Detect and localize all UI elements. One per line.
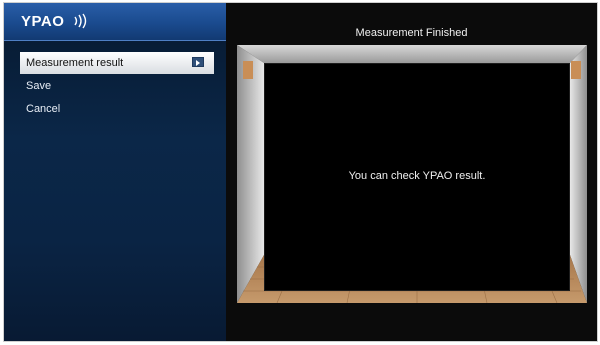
menu-item-label: Cancel	[26, 103, 61, 115]
menu-item-label: Measurement result	[26, 57, 124, 69]
left-menu-panel: YPAO Measurement result Save Cancel	[4, 3, 226, 341]
menu-item-label: Save	[26, 80, 52, 92]
ypao-logo: YPAO	[21, 13, 65, 30]
submenu-arrow-icon	[192, 57, 204, 67]
result-message: You can check YPAO result.	[348, 170, 486, 182]
result-display: You can check YPAO result.	[264, 63, 570, 291]
room-illustration: You can check YPAO result.	[237, 45, 587, 303]
menu-item-cancel[interactable]: Cancel	[20, 98, 214, 120]
menu-item-measurement-result[interactable]: Measurement result	[20, 52, 214, 74]
result-panel: Measurement Finished You can check YPAO …	[226, 3, 597, 341]
ypao-menu: Measurement result Save Cancel	[20, 52, 214, 121]
screen: YPAO Measurement result Save Cancel Meas…	[3, 2, 598, 342]
logo-bar: YPAO	[4, 3, 226, 41]
panel-title: Measurement Finished	[355, 27, 468, 39]
sound-waves-icon	[74, 13, 87, 29]
menu-item-save[interactable]: Save	[20, 75, 214, 97]
